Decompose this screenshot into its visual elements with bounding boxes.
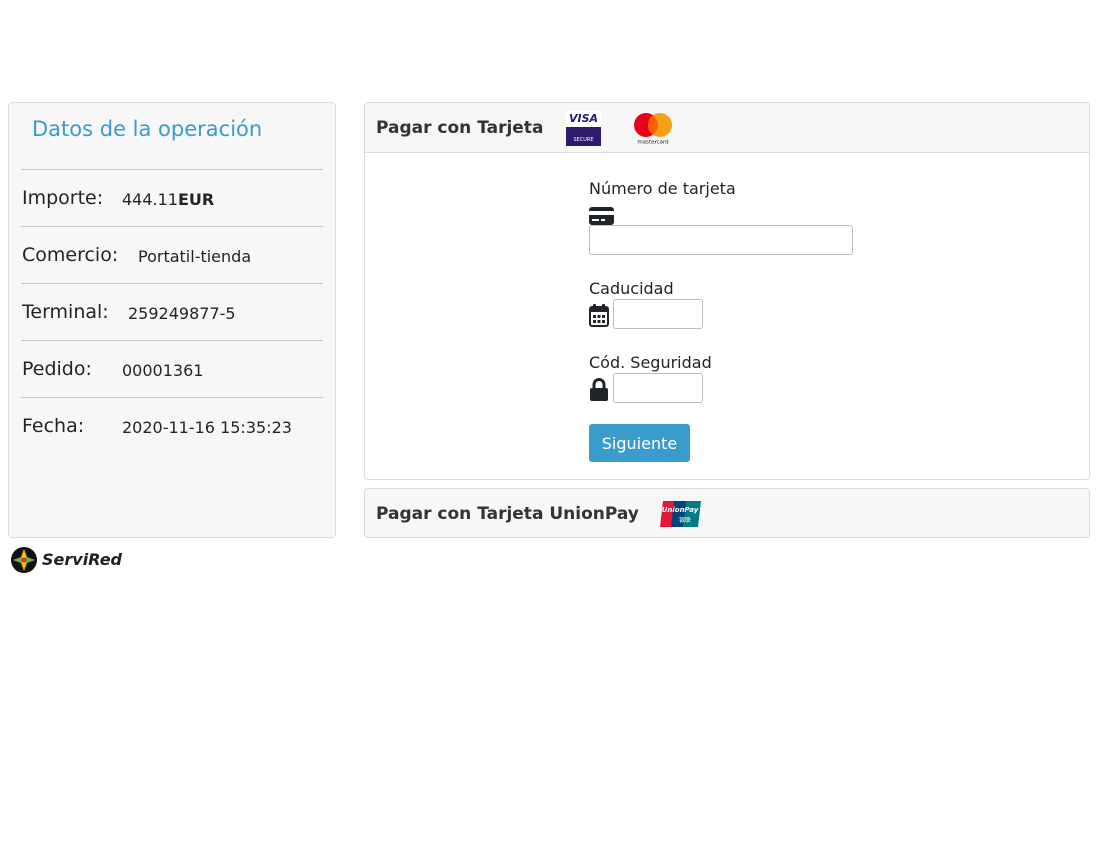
servired-logo-text: ServiRed	[42, 550, 123, 569]
unionpay-logo-text: UnionPay	[662, 506, 699, 514]
operation-details-title: Datos de la operación	[32, 117, 263, 141]
date-label: Fecha:	[22, 415, 85, 437]
unionpay-payment-panel[interactable]: Pagar con Tarjeta UnionPay UnionPay 银联	[364, 488, 1090, 538]
card-payment-title: Pagar con Tarjeta	[376, 118, 544, 138]
divider	[21, 169, 323, 170]
terminal-value: 259249877-5	[128, 304, 236, 323]
expiry-label: Caducidad	[589, 279, 674, 298]
divider	[21, 226, 323, 227]
credit-card-icon	[589, 207, 614, 225]
calendar-icon	[589, 304, 609, 327]
servired-logo: ServiRed	[10, 546, 123, 574]
divider	[21, 340, 323, 341]
visa-secure-logo: VISA SECURE	[566, 111, 601, 146]
divider	[21, 397, 323, 398]
next-button[interactable]: Siguiente	[589, 424, 690, 462]
mastercard-logo: mastercard	[634, 113, 672, 146]
merchant-label: Comercio:	[22, 244, 119, 266]
currency-code: EUR	[177, 190, 215, 209]
lock-icon	[590, 378, 608, 401]
divider	[21, 283, 323, 284]
mastercard-logo-text: mastercard	[637, 140, 668, 146]
servired-emblem	[11, 547, 37, 573]
card-payment-panel: Pagar con Tarjeta VISA SECURE mastercard…	[364, 102, 1090, 480]
security-code-label: Cód. Seguridad	[589, 353, 712, 372]
unionpay-payment-title: Pagar con Tarjeta UnionPay	[376, 504, 639, 524]
unionpay-logo: UnionPay 银联	[660, 501, 701, 527]
amount-label: Importe:	[22, 187, 104, 209]
visa-logo-subtext: SECURE	[573, 137, 594, 143]
card-number-input[interactable]	[589, 225, 853, 255]
order-label: Pedido:	[22, 358, 92, 380]
card-number-label: Número de tarjeta	[589, 179, 736, 198]
security-code-input[interactable]	[613, 373, 703, 403]
order-value: 00001361	[122, 361, 204, 380]
merchant-value: Portatil-tienda	[138, 247, 252, 266]
operation-details-panel: Datos de la operación Importe: 444.11EUR…	[8, 102, 336, 538]
terminal-label: Terminal:	[22, 301, 109, 323]
card-payment-header[interactable]: Pagar con Tarjeta VISA SECURE mastercard	[365, 103, 1089, 153]
unionpay-logo-subtext: 银联	[679, 516, 691, 524]
amount-value: 444.11EUR	[122, 190, 215, 209]
expiry-input[interactable]	[613, 299, 703, 329]
visa-logo-text: VISA	[566, 111, 601, 127]
date-value: 2020-11-16 15:35:23	[122, 418, 292, 437]
